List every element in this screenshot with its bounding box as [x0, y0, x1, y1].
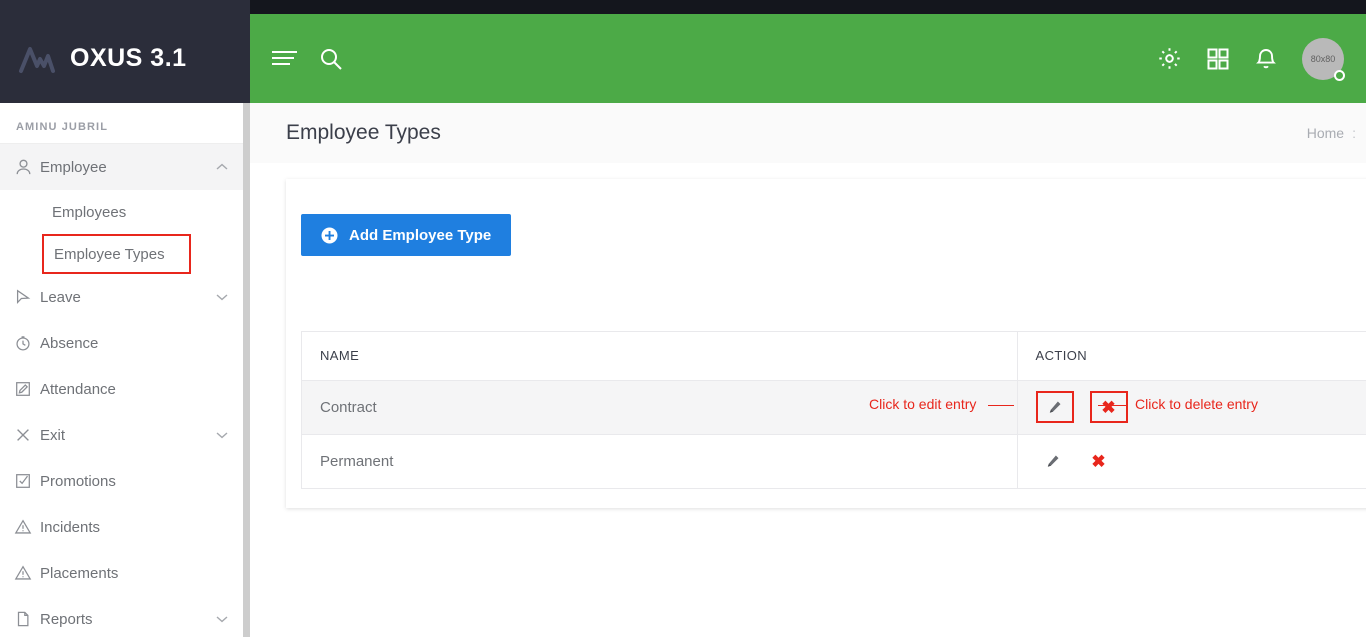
edit-entry-button[interactable]	[1035, 391, 1074, 423]
sidebar-item-absence[interactable]: Absence	[0, 320, 243, 366]
annotation-edit-label: Click to edit entry	[869, 396, 977, 412]
sidebar-scrollbar-thumb[interactable]	[243, 103, 250, 637]
sidebar-item-exit[interactable]: Exit	[0, 412, 243, 458]
hamburger-lines-icon[interactable]	[272, 50, 297, 68]
sidebar-item-label: Reports	[40, 610, 93, 628]
top-header-bar: 80x80	[250, 14, 1366, 103]
oxus-wave-logo-icon	[18, 44, 58, 74]
avatar[interactable]: 80x80	[1302, 37, 1345, 81]
add-employee-type-label: Add Employee Type	[349, 226, 492, 244]
edit-square-icon	[14, 380, 40, 398]
table-row[interactable]: Permanent ✖	[302, 434, 1366, 488]
user-icon	[14, 158, 40, 177]
sidebar-item-promotions[interactable]: Promotions	[0, 458, 243, 504]
sidebar-user-label: AMINU JUBRIL	[0, 103, 243, 144]
brand[interactable]: OXUS 3.1	[0, 0, 250, 103]
close-x-icon	[14, 426, 40, 444]
chevron-down-icon	[215, 615, 229, 623]
annotation-delete-leader-line	[1098, 405, 1126, 406]
grid-apps-icon[interactable]	[1206, 47, 1230, 71]
x-icon: ✖	[1091, 451, 1106, 471]
header-left-actions	[250, 47, 343, 71]
breadcrumb: Home :	[1307, 125, 1366, 141]
alert-triangle-icon	[14, 564, 40, 582]
sidebar-item-label: Employees	[52, 203, 127, 221]
clock-icon	[14, 334, 40, 352]
sidebar-item-label: Employee	[40, 158, 107, 176]
sidebar-item-incidents[interactable]: Incidents	[0, 504, 243, 550]
file-icon	[14, 610, 40, 628]
cursor-icon	[14, 288, 40, 306]
cell-action: ✖	[1017, 434, 1366, 488]
bell-icon[interactable]	[1254, 46, 1278, 71]
chevron-up-icon	[215, 163, 229, 171]
breadcrumb-home[interactable]: Home	[1307, 125, 1344, 141]
chevron-down-icon	[215, 293, 229, 301]
edit-entry-button[interactable]	[1042, 450, 1064, 472]
alert-triangle-icon	[14, 518, 40, 536]
annotation-delete-label: Click to delete entry	[1135, 396, 1258, 412]
chevron-down-icon	[215, 431, 229, 439]
sidebar-item-label: Leave	[40, 288, 81, 306]
sidebar-item-employee-types[interactable]: Employee Types	[42, 234, 191, 274]
sidebar-item-label: Promotions	[40, 472, 116, 490]
delete-entry-button[interactable]: ✖	[1088, 450, 1110, 472]
plus-circle-icon	[321, 227, 338, 244]
avatar-label: 80x80	[1310, 53, 1336, 64]
brand-name: OXUS 3.1	[70, 44, 187, 72]
sidebar-item-employees[interactable]: Employees	[0, 190, 243, 234]
page-title: Employee Types	[286, 121, 441, 144]
sidebar-scrollbar-track[interactable]	[243, 103, 250, 637]
sidebar-item-placements[interactable]: Placements	[0, 550, 243, 596]
online-status-dot	[1334, 69, 1345, 81]
add-employee-type-button[interactable]: Add Employee Type	[301, 214, 512, 256]
check-square-icon	[14, 472, 40, 490]
sidebar-nav: AMINU JUBRIL Employee Employees Employee…	[0, 103, 243, 637]
table-header-row: NAME ACTION	[302, 332, 1366, 381]
x-icon: ✖	[1101, 397, 1116, 417]
page-title-bar: Employee Types Home :	[250, 103, 1366, 163]
cell-name: Permanent	[302, 434, 1018, 488]
column-header-name: NAME	[302, 332, 1018, 381]
sidebar-item-label: Placements	[40, 564, 119, 582]
sidebar-item-leave[interactable]: Leave	[0, 274, 243, 320]
header-right-actions: 80x80	[1157, 37, 1366, 81]
annotation-edit-leader-line	[988, 405, 1014, 406]
sidebar-item-employee[interactable]: Employee	[0, 144, 243, 190]
sidebar-item-reports[interactable]: Reports	[0, 596, 243, 637]
sidebar-item-attendance[interactable]: Attendance	[0, 366, 243, 412]
sidebar-item-label: Absence	[40, 334, 99, 352]
breadcrumb-separator: :	[1352, 125, 1356, 141]
sidebar-item-label: Employee Types	[54, 245, 165, 263]
app-root: 80x80 Employee Types Home : Add Employee…	[0, 0, 1366, 637]
sidebar: OXUS 3.1 AMINU JUBRIL Employee Employees…	[0, 0, 250, 637]
column-header-action: ACTION	[1017, 332, 1366, 381]
sidebar-item-label: Attendance	[40, 380, 116, 398]
sidebar-item-label: Incidents	[40, 518, 101, 536]
search-icon[interactable]	[319, 47, 343, 71]
gear-icon[interactable]	[1157, 46, 1182, 71]
content-card: Add Employee Type NAME ACTION Contract ✖…	[286, 179, 1366, 508]
sidebar-item-label: Exit	[40, 426, 66, 444]
delete-entry-button[interactable]: ✖	[1089, 391, 1128, 423]
pencil-icon	[1045, 454, 1060, 469]
pencil-icon	[1047, 400, 1062, 415]
